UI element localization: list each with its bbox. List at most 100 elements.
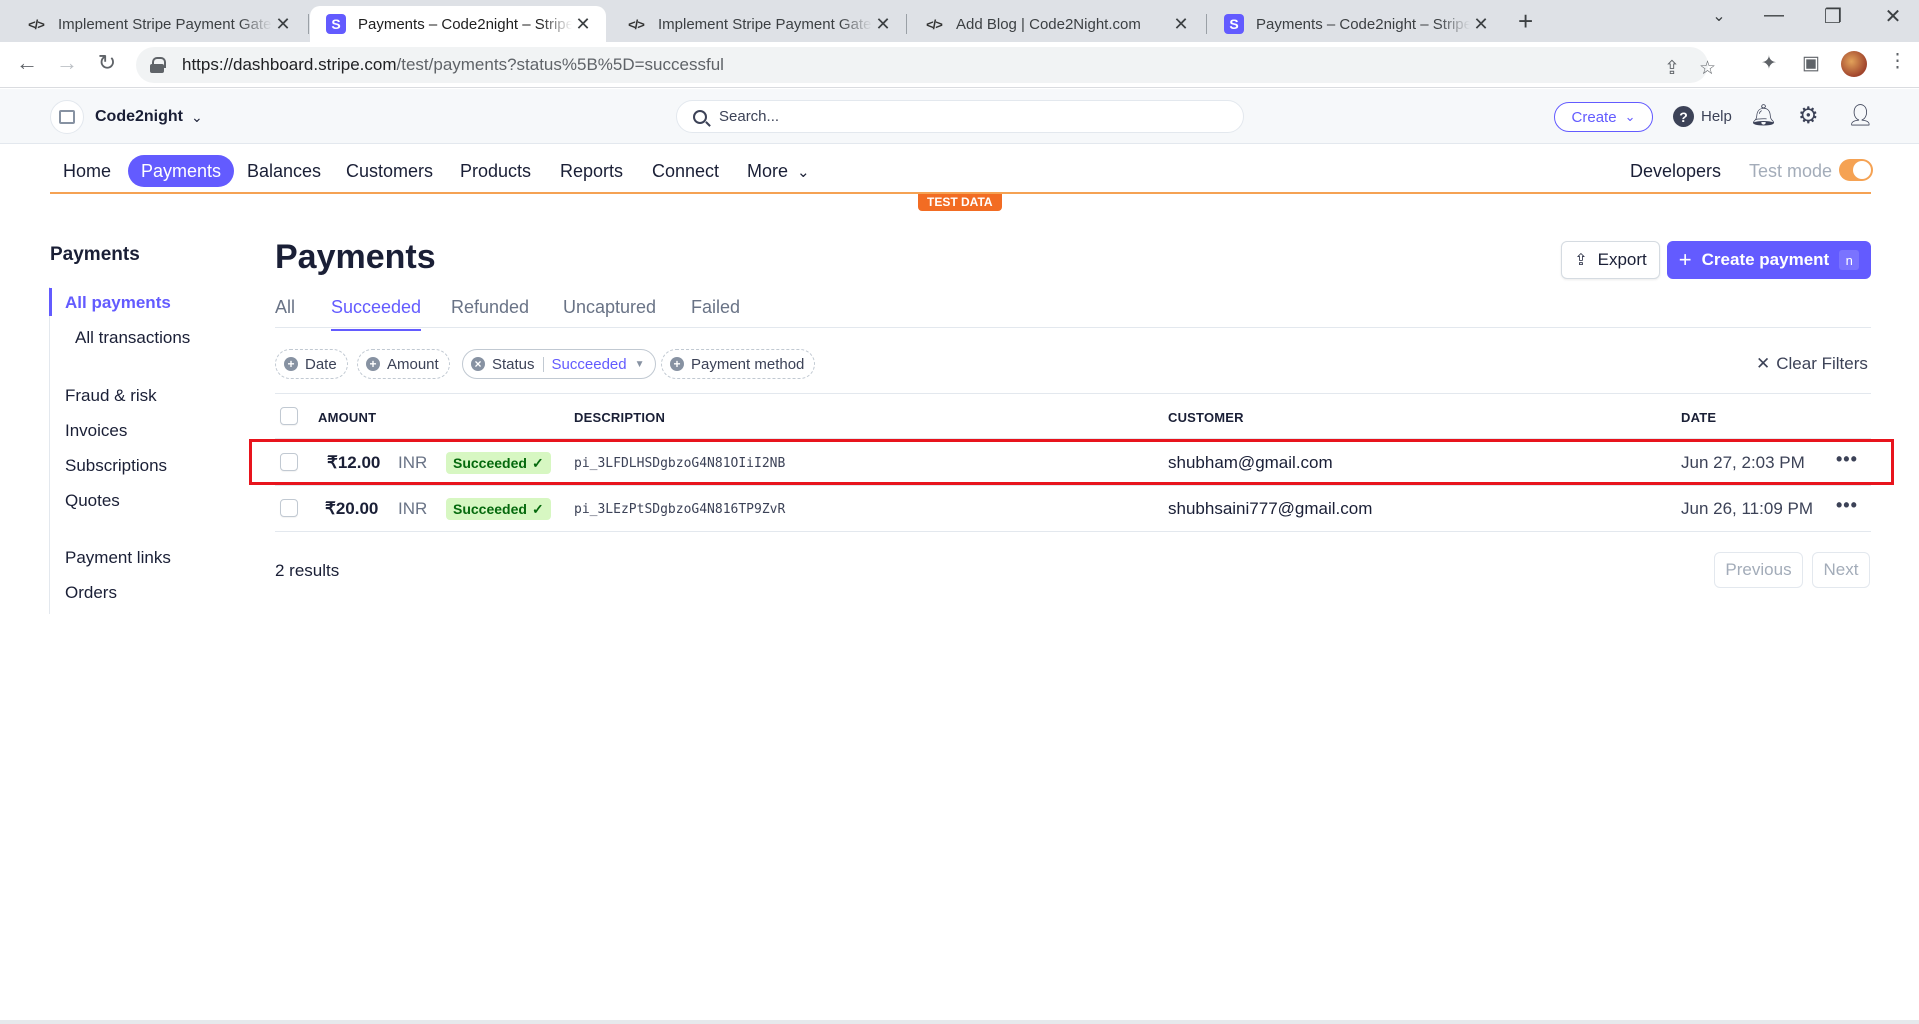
sidebar-item-all-payments[interactable]: All payments bbox=[65, 293, 171, 313]
account-switcher[interactable]: Code2night ⌄ bbox=[50, 100, 203, 134]
gear-icon[interactable]: ⚙ bbox=[1798, 102, 1819, 129]
sidebar-active-indicator bbox=[49, 288, 52, 316]
side-panel-icon[interactable]: ▣ bbox=[1802, 52, 1820, 75]
browser-tab-active[interactable]: S Payments – Code2night – Stripe ✕ bbox=[310, 6, 606, 42]
nav-balances[interactable]: Balances bbox=[247, 155, 321, 187]
tab-uncaptured[interactable]: Uncaptured bbox=[563, 297, 656, 318]
url-text[interactable]: https://dashboard.stripe.com/test/paymen… bbox=[182, 55, 724, 75]
tab-title: Implement Stripe Payment Gatew bbox=[658, 15, 872, 33]
select-all-checkbox[interactable] bbox=[280, 407, 298, 425]
forward-icon[interactable]: → bbox=[54, 52, 80, 74]
row-customer[interactable]: shubhsaini777@gmail.com bbox=[1168, 499, 1372, 519]
sidebar-item-orders[interactable]: Orders bbox=[65, 583, 117, 603]
row-description[interactable]: pi_3LEzPtSDgbzoG4N816TP9ZvR bbox=[574, 502, 785, 517]
tab-refunded[interactable]: Refunded bbox=[451, 297, 529, 318]
column-header-description[interactable]: DESCRIPTION bbox=[574, 410, 665, 425]
nav-products[interactable]: Products bbox=[460, 155, 531, 187]
reload-icon[interactable]: ↻ bbox=[94, 52, 120, 74]
export-button[interactable]: ⇪ Export bbox=[1561, 241, 1660, 279]
sidebar-item-payment-links[interactable]: Payment links bbox=[65, 548, 171, 568]
remove-circle-icon[interactable]: × bbox=[471, 357, 485, 371]
main-nav: Home Payments Balances Customers Product… bbox=[50, 145, 1873, 194]
tab-search-icon[interactable]: ⌄ bbox=[1699, 6, 1739, 26]
window-close-icon[interactable]: ✕ bbox=[1873, 4, 1913, 29]
clear-filters-button[interactable]: ✕ Clear Filters bbox=[1756, 354, 1868, 374]
help-button[interactable]: ? Help bbox=[1673, 106, 1732, 127]
sidebar-item-subscriptions[interactable]: Subscriptions bbox=[65, 456, 167, 476]
filter-payment-method[interactable]: + Payment method bbox=[661, 349, 816, 379]
filter-date[interactable]: + Date bbox=[275, 349, 348, 379]
tab-failed[interactable]: Failed bbox=[691, 297, 740, 318]
share-icon[interactable]: ⇪ bbox=[1664, 57, 1680, 80]
nav-reports[interactable]: Reports bbox=[560, 155, 623, 187]
filter-amount[interactable]: + Amount bbox=[357, 349, 450, 379]
close-icon[interactable]: ✕ bbox=[1470, 14, 1492, 35]
plus-circle-icon: + bbox=[670, 357, 684, 371]
extensions-icon[interactable]: ✦ bbox=[1761, 52, 1777, 75]
close-icon[interactable]: ✕ bbox=[1170, 14, 1192, 35]
column-header-customer[interactable]: CUSTOMER bbox=[1168, 410, 1244, 425]
column-header-date[interactable]: DATE bbox=[1681, 410, 1716, 425]
chevron-down-icon: ⌄ bbox=[797, 164, 810, 181]
stripe-icon: S bbox=[326, 14, 346, 34]
minimize-icon[interactable]: — bbox=[1754, 4, 1794, 27]
nav-connect[interactable]: Connect bbox=[652, 155, 719, 187]
close-icon[interactable]: ✕ bbox=[872, 14, 894, 35]
check-icon: ✓ bbox=[531, 500, 544, 517]
nav-more[interactable]: More ⌄ bbox=[747, 155, 810, 187]
close-icon: ✕ bbox=[1756, 354, 1771, 373]
keyboard-shortcut: n bbox=[1839, 250, 1860, 270]
browser-tabstrip: </> Implement Stripe Payment Gatew ✕ S P… bbox=[0, 0, 1919, 42]
create-payment-button[interactable]: + Create payment n bbox=[1667, 241, 1871, 279]
status-badge: Succeeded ✓ bbox=[446, 498, 551, 520]
lock-icon bbox=[150, 57, 166, 73]
filter-status-value: Succeeded bbox=[551, 355, 627, 373]
bookmark-star-icon[interactable]: ☆ bbox=[1699, 57, 1716, 80]
next-button[interactable]: Next bbox=[1812, 552, 1870, 588]
user-icon[interactable]: 👤︎ bbox=[1847, 104, 1874, 128]
sidebar-divider bbox=[49, 287, 50, 614]
profile-avatar[interactable] bbox=[1841, 51, 1867, 77]
browser-tab[interactable]: </> Implement Stripe Payment Gatew ✕ bbox=[10, 6, 306, 42]
browser-tab[interactable]: </> Implement Stripe Payment Gatew ✕ bbox=[610, 6, 906, 42]
new-tab-icon[interactable]: + bbox=[1518, 8, 1533, 34]
sidebar-item-all-transactions[interactable]: All transactions bbox=[75, 328, 190, 348]
menu-kebab-icon[interactable]: ⋮ bbox=[1888, 50, 1907, 73]
bell-icon[interactable]: 🔔︎ bbox=[1750, 104, 1777, 128]
row-highlight-box bbox=[249, 439, 1894, 485]
plus-icon: + bbox=[1678, 247, 1692, 272]
filter-status[interactable]: × Status Succeeded ▼ bbox=[462, 349, 656, 379]
column-header-amount[interactable]: AMOUNT bbox=[318, 410, 376, 425]
tab-all[interactable]: All bbox=[275, 297, 295, 318]
test-mode-toggle[interactable] bbox=[1839, 159, 1873, 181]
create-button[interactable]: Create ⌄ bbox=[1554, 102, 1653, 132]
table-divider bbox=[275, 531, 1871, 532]
restore-icon[interactable]: ❐ bbox=[1813, 4, 1853, 29]
sidebar-item-fraud-risk[interactable]: Fraud & risk bbox=[65, 386, 157, 406]
stripe-icon: S bbox=[1224, 14, 1244, 34]
window-bottom-edge bbox=[0, 1020, 1919, 1024]
row-amount[interactable]: ₹20.00 bbox=[325, 499, 378, 519]
nav-customers[interactable]: Customers bbox=[346, 155, 433, 187]
sidebar-item-invoices[interactable]: Invoices bbox=[65, 421, 127, 441]
browser-tab[interactable]: S Payments – Code2night – Stripe ✕ bbox=[1208, 6, 1504, 42]
browser-tab[interactable]: </> Add Blog | Code2Night.com ✕ bbox=[908, 6, 1204, 42]
address-bar[interactable]: https://dashboard.stripe.com/test/paymen… bbox=[136, 47, 1716, 83]
status-badge-label: Succeeded bbox=[453, 501, 527, 517]
nav-developers[interactable]: Developers bbox=[1630, 155, 1721, 187]
close-icon[interactable]: ✕ bbox=[572, 14, 594, 35]
previous-button[interactable]: Previous bbox=[1714, 552, 1803, 588]
help-label: Help bbox=[1701, 108, 1732, 125]
filter-status-label: Status bbox=[492, 355, 535, 373]
nav-payments[interactable]: Payments bbox=[128, 155, 235, 187]
nav-home[interactable]: Home bbox=[63, 155, 111, 187]
back-icon[interactable]: ← bbox=[14, 52, 40, 74]
test-mode-label: Test mode bbox=[1749, 161, 1833, 181]
search-input[interactable]: Search... bbox=[676, 100, 1244, 133]
sidebar-item-quotes[interactable]: Quotes bbox=[65, 491, 120, 511]
tab-succeeded[interactable]: Succeeded bbox=[331, 297, 422, 331]
close-icon[interactable]: ✕ bbox=[272, 14, 294, 35]
row-checkbox[interactable] bbox=[280, 499, 298, 517]
status-tabs: All Succeeded Refunded Uncaptured Failed bbox=[275, 295, 1871, 331]
row-more-icon[interactable]: ••• bbox=[1836, 495, 1858, 516]
